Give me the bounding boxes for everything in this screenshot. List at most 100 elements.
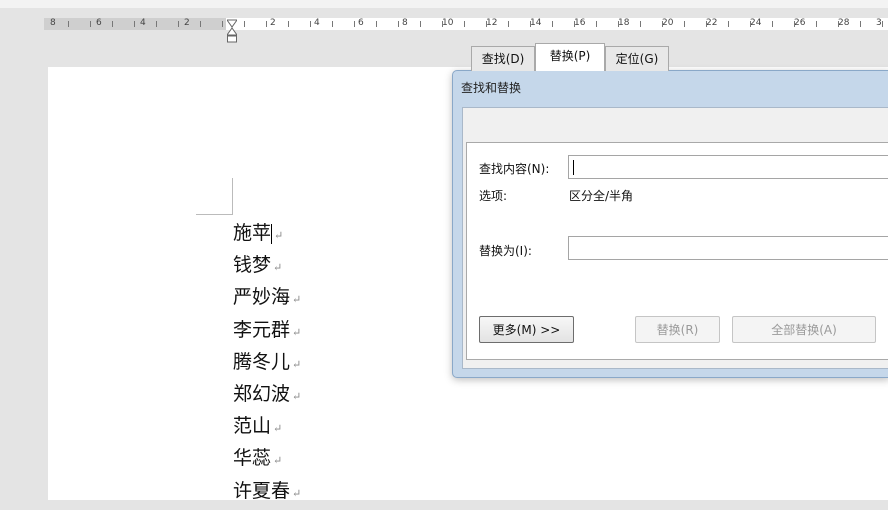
ruler-label: 3 (876, 18, 882, 28)
replace-with-label: 替换为(I): (479, 244, 532, 258)
ruler-tick (178, 21, 179, 27)
doc-line[interactable]: 腾冬儿 ↵ (233, 346, 301, 378)
doc-line-text: 腾冬儿 (233, 350, 291, 373)
horizontal-ruler[interactable]: 8 6 4 2 2 4 6 8 10 12 14 16 18 20 22 24 26 28 3 (0, 8, 888, 43)
ruler-label: 14 (530, 18, 542, 28)
replace-button[interactable]: 替换(R) (635, 316, 720, 343)
ruler-label: 4 (140, 18, 146, 28)
find-what-label: 查找内容(N): (479, 162, 550, 176)
ruler-tick (706, 21, 707, 27)
ruler-tick (222, 21, 223, 27)
tab-find[interactable]: 查找(D) (471, 46, 535, 71)
tab-goto[interactable]: 定位(G) (605, 46, 669, 71)
ruler-label: 28 (838, 18, 850, 28)
ruler-tick (596, 21, 597, 27)
find-what-input[interactable] (568, 155, 888, 179)
options-label: 选项: (479, 189, 508, 203)
ruler-tick (794, 21, 795, 27)
document-text[interactable]: 施苹 ↵ 钱梦 ↵ 严妙海 ↵ 李元群 ↵ 腾冬儿 ↵ 郑幻波 ↵ 范山 ↵ 华蕊 ↵ 许夏春 ↵ (233, 217, 301, 507)
ruler-tick (420, 21, 421, 27)
ruler-tick (750, 21, 751, 27)
ruler-tick (376, 21, 377, 27)
ruler-tick (552, 21, 553, 27)
ruler-label: 6 (96, 18, 102, 28)
doc-line-text: 郑幻波 (233, 382, 291, 405)
ruler-tick (310, 21, 311, 27)
doc-line-text: 施苹 (233, 222, 272, 244)
ruler-label: 12 (486, 18, 498, 28)
doc-line-text: 钱梦 (233, 254, 272, 277)
paragraph-mark-icon: ↵ (292, 486, 302, 500)
ruler-tick (508, 21, 509, 27)
tab-replace[interactable]: 替换(P) (535, 43, 605, 71)
dialog-title: 查找和替换 (461, 81, 522, 95)
doc-line-text: 严妙海 (233, 286, 291, 309)
doc-line[interactable]: 许夏春 ↵ (233, 475, 301, 507)
doc-line[interactable]: 施苹 ↵ (233, 217, 301, 249)
ruler-label: 2 (184, 18, 190, 28)
ruler-tick (200, 21, 201, 27)
ruler-tick (442, 21, 443, 27)
ruler-tick (244, 21, 245, 27)
more-button[interactable]: 更多(M) >> (479, 316, 574, 343)
indent-marker-icon[interactable] (227, 18, 237, 46)
ruler-tick (618, 21, 619, 27)
ruler-tick (662, 21, 663, 27)
ruler-tick (332, 21, 333, 27)
paragraph-mark-icon: ↵ (273, 422, 283, 436)
doc-line[interactable]: 郑幻波 ↵ (233, 378, 301, 410)
ruler-tick (684, 21, 685, 27)
doc-line-text: 华蕊 (233, 447, 272, 470)
doc-line[interactable]: 范山 ↵ (233, 410, 301, 442)
ruler-tick (574, 21, 575, 27)
ruler-tick (860, 21, 861, 27)
replace-with-input[interactable] (568, 236, 888, 260)
paragraph-mark-icon: ↵ (274, 229, 284, 242)
options-value: 区分全/半角 (569, 189, 634, 203)
ruler-label: 20 (662, 18, 674, 28)
ruler-label: 8 (402, 18, 408, 28)
doc-line[interactable]: 李元群 ↵ (233, 314, 301, 346)
ruler-label: 4 (314, 18, 320, 28)
doc-line[interactable]: 钱梦 ↵ (233, 249, 301, 281)
doc-line-text: 李元群 (233, 318, 291, 341)
ruler-tick (464, 21, 465, 27)
replace-all-button[interactable]: 全部替换(A) (732, 316, 876, 343)
paragraph-mark-icon: ↵ (292, 325, 302, 339)
paragraph-mark-icon: ↵ (292, 389, 302, 403)
ruler-tick (266, 21, 267, 27)
ruler-label: 18 (618, 18, 630, 28)
ruler-label: 26 (794, 18, 806, 28)
ruler-label: 8 (50, 18, 56, 28)
ruler-tick (640, 21, 641, 27)
ruler-tick (156, 21, 157, 27)
ruler-label: 24 (750, 18, 762, 28)
ruler-tick (772, 21, 773, 27)
doc-line[interactable]: 严妙海 ↵ (233, 281, 301, 313)
ruler-tick (398, 21, 399, 27)
ruler-label: 22 (706, 18, 718, 28)
text-cursor (271, 224, 273, 244)
paragraph-mark-icon: ↵ (273, 261, 283, 275)
ruler-label: 2 (270, 18, 276, 28)
paragraph-mark-icon: ↵ (292, 357, 302, 371)
ruler-tick (288, 21, 289, 27)
doc-line[interactable]: 华蕊 ↵ (233, 442, 301, 474)
doc-line-text: 许夏春 (233, 479, 291, 502)
ruler-tick (68, 21, 69, 27)
ruler-tick (90, 21, 91, 27)
ruler-numbers: 8 6 4 2 2 4 6 8 10 12 14 16 18 20 22 24 26 28 3 (0, 16, 888, 32)
ruler-tick (112, 21, 113, 27)
ruler-tick (728, 21, 729, 27)
ruler-tick (134, 21, 135, 27)
paragraph-mark-icon: ↵ (273, 454, 283, 468)
ruler-label: 16 (574, 18, 586, 28)
ruler-tick (530, 21, 531, 27)
ruler-tick (838, 21, 839, 27)
text-boundary-corner (196, 178, 233, 215)
ruler-label: 6 (358, 18, 364, 28)
input-caret (573, 160, 574, 175)
paragraph-mark-icon: ↵ (292, 293, 302, 307)
ruler-tick (816, 21, 817, 27)
ruler-tick (486, 21, 487, 27)
